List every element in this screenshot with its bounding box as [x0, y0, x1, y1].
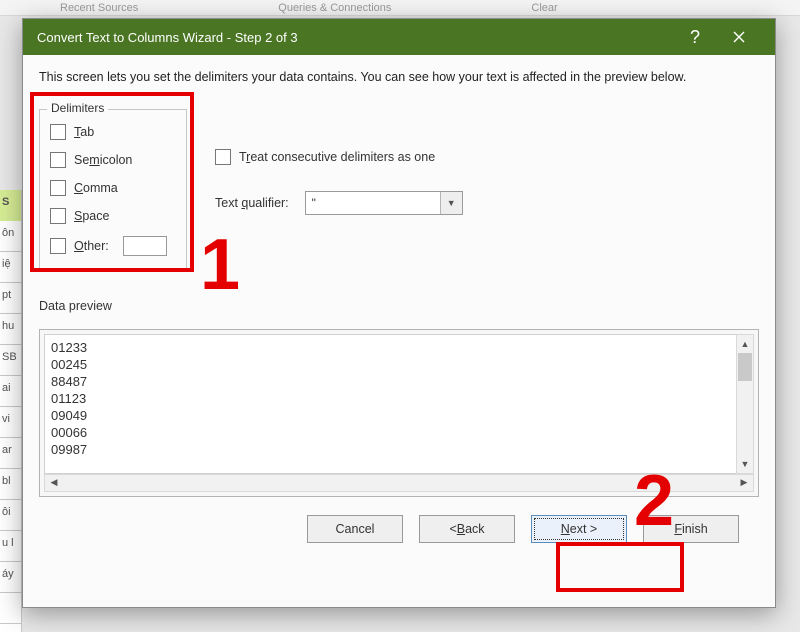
checkbox-icon [50, 180, 66, 196]
wizard-dialog: Convert Text to Columns Wizard - Step 2 … [22, 18, 776, 608]
checkbox-icon [215, 149, 231, 165]
preview-row: 01233 [51, 339, 747, 356]
data-preview-panel: 01233 00245 88487 01123 09049 00066 0998… [39, 329, 759, 497]
data-preview-label: Data preview [39, 299, 759, 313]
dialog-title: Convert Text to Columns Wizard - Step 2 … [37, 30, 673, 45]
text-qualifier-select[interactable]: " ▼ [305, 191, 463, 215]
delimiter-semicolon-checkbox[interactable]: Semicolon [50, 152, 176, 168]
checkbox-label: Comma [74, 181, 118, 195]
consecutive-delimiters-checkbox[interactable]: Treat consecutive delimiters as one [215, 149, 463, 165]
horizontal-scrollbar[interactable]: ◀ ▶ [44, 474, 754, 492]
ribbon-item: Clear [531, 2, 557, 14]
scroll-left-icon: ◀ [45, 475, 63, 491]
delimiter-comma-checkbox[interactable]: Comma [50, 180, 176, 196]
dialog-footer: Cancel < Back Next > Finish [39, 497, 759, 561]
scroll-thumb [738, 353, 752, 381]
delimiters-legend: Delimiters [47, 101, 108, 115]
checkbox-icon [50, 238, 66, 254]
vertical-scrollbar[interactable]: ▲ ▼ [736, 334, 754, 474]
next-button[interactable]: Next > [531, 515, 627, 543]
description-text: This screen lets you set the delimiters … [39, 69, 759, 87]
excel-ribbon-fragment: Recent Sources Queries & Connections Cle… [0, 0, 800, 16]
scroll-up-icon: ▲ [737, 335, 753, 353]
help-button[interactable]: ? [673, 19, 717, 55]
checkbox-label: Treat consecutive delimiters as one [239, 150, 435, 164]
finish-button[interactable]: Finish [643, 515, 739, 543]
preview-row: 00245 [51, 356, 747, 373]
chevron-down-icon: ▼ [440, 192, 462, 214]
checkbox-icon [50, 208, 66, 224]
checkbox-label: Other: [74, 239, 109, 253]
scroll-down-icon: ▼ [737, 455, 753, 473]
checkbox-label: Tab [74, 125, 94, 139]
cancel-button[interactable]: Cancel [307, 515, 403, 543]
delimiter-other-input[interactable] [123, 236, 167, 256]
delimiters-group: Delimiters Tab Semicolon Comma Space [39, 109, 187, 269]
preview-row: 00066 [51, 424, 747, 441]
spreadsheet-row-headers: S ôniệ pthu SBai viar blôi u láy [0, 190, 22, 632]
data-preview-content: 01233 00245 88487 01123 09049 00066 0998… [44, 334, 754, 474]
select-value: " [306, 196, 440, 210]
preview-row: 01123 [51, 390, 747, 407]
checkbox-label: Space [74, 209, 109, 223]
preview-row: 88487 [51, 373, 747, 390]
delimiter-tab-checkbox[interactable]: Tab [50, 124, 176, 140]
titlebar: Convert Text to Columns Wizard - Step 2 … [23, 19, 775, 55]
checkbox-icon [50, 152, 66, 168]
text-qualifier-label: Text qualifier: [215, 196, 289, 210]
checkbox-label: Semicolon [74, 153, 132, 167]
back-button[interactable]: < Back [419, 515, 515, 543]
ribbon-item: Recent Sources [60, 2, 138, 14]
delimiter-space-checkbox[interactable]: Space [50, 208, 176, 224]
delimiter-other-checkbox[interactable]: Other: [50, 236, 176, 256]
scroll-right-icon: ▶ [735, 475, 753, 491]
close-icon [733, 31, 745, 43]
checkbox-icon [50, 124, 66, 140]
preview-row: 09987 [51, 441, 747, 458]
ribbon-item: Queries & Connections [278, 2, 391, 14]
preview-row: 09049 [51, 407, 747, 424]
close-button[interactable] [717, 19, 761, 55]
